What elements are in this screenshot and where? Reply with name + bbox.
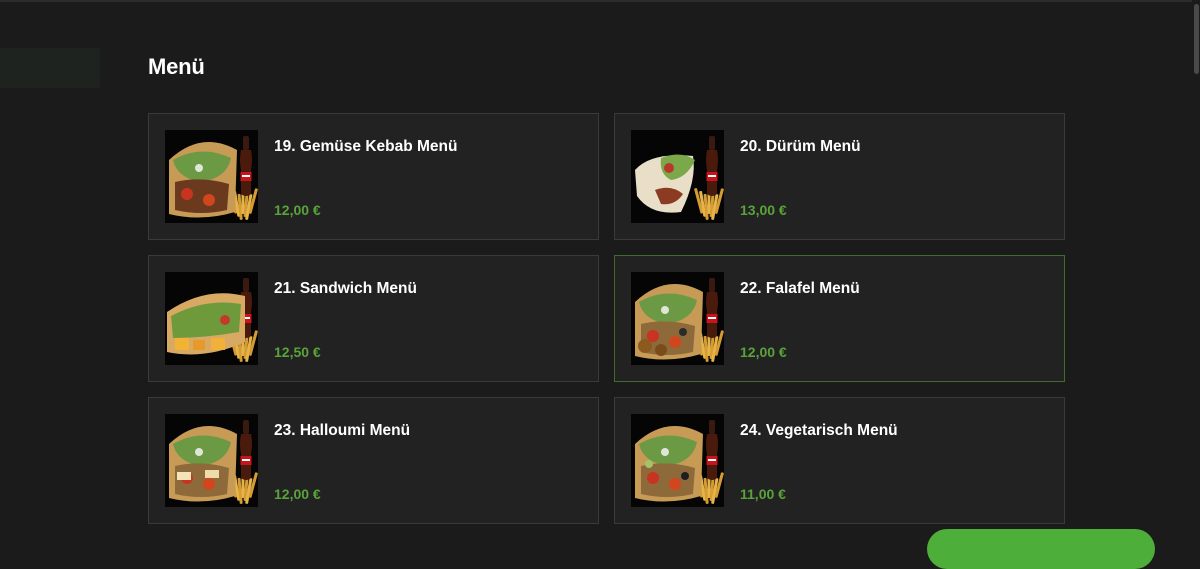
section-title: Menü [148, 54, 205, 79]
menu-item-name: 19. Gemüse Kebab Menü [274, 138, 458, 155]
top-divider [0, 0, 1200, 2]
menu-item-name: 20. Dürüm Menü [740, 138, 861, 155]
vegetarian-menu-photo [631, 414, 724, 507]
menu-item-card[interactable]: 19. Gemüse Kebab Menü 12,00 € [148, 113, 599, 240]
menu-item-name: 22. Falafel Menü [740, 280, 860, 297]
halloumi-menu-photo [165, 414, 258, 507]
menu-item-card[interactable]: 21. Sandwich Menü 12,50 € [148, 255, 599, 382]
menu-item-price: 12,50 € [274, 344, 321, 360]
order-button[interactable] [927, 529, 1155, 569]
sandwich-menu-photo [165, 272, 258, 365]
food-graphic [169, 142, 237, 218]
sidebar-active-item[interactable] [0, 48, 100, 88]
kebab-menu-photo [165, 130, 258, 223]
falafel-menu-photo [631, 272, 724, 365]
durum-menu-photo [631, 130, 724, 223]
menu-item-card[interactable]: 20. Dürüm Menü 13,00 € [614, 113, 1065, 240]
menu-item-price: 12,00 € [274, 486, 321, 502]
menu-item-card[interactable]: 24. Vegetarisch Menü 11,00 € [614, 397, 1065, 524]
menu-item-price: 11,00 € [740, 486, 786, 502]
food-graphic [635, 284, 703, 360]
menu-item-price: 13,00 € [740, 202, 787, 218]
menu-item-price: 12,00 € [274, 202, 321, 218]
menu-item-name: 21. Sandwich Menü [274, 280, 417, 297]
menu-item-name: 23. Halloumi Menü [274, 422, 411, 439]
menu-grid: 19. Gemüse Kebab Menü 12,00 € 20. Dürüm … [148, 113, 1065, 524]
food-graphic [169, 426, 237, 502]
menu-item-price: 12,00 € [740, 344, 787, 360]
menu-item-card[interactable]: 23. Halloumi Menü 12,00 € [148, 397, 599, 524]
menu-item-card[interactable]: 22. Falafel Menü 12,00 € [614, 255, 1065, 382]
scrollbar-thumb[interactable] [1194, 4, 1199, 74]
menu-item-name: 24. Vegetarisch Menü [740, 422, 898, 439]
scrollbar[interactable] [1192, 0, 1200, 538]
food-graphic [635, 426, 703, 502]
